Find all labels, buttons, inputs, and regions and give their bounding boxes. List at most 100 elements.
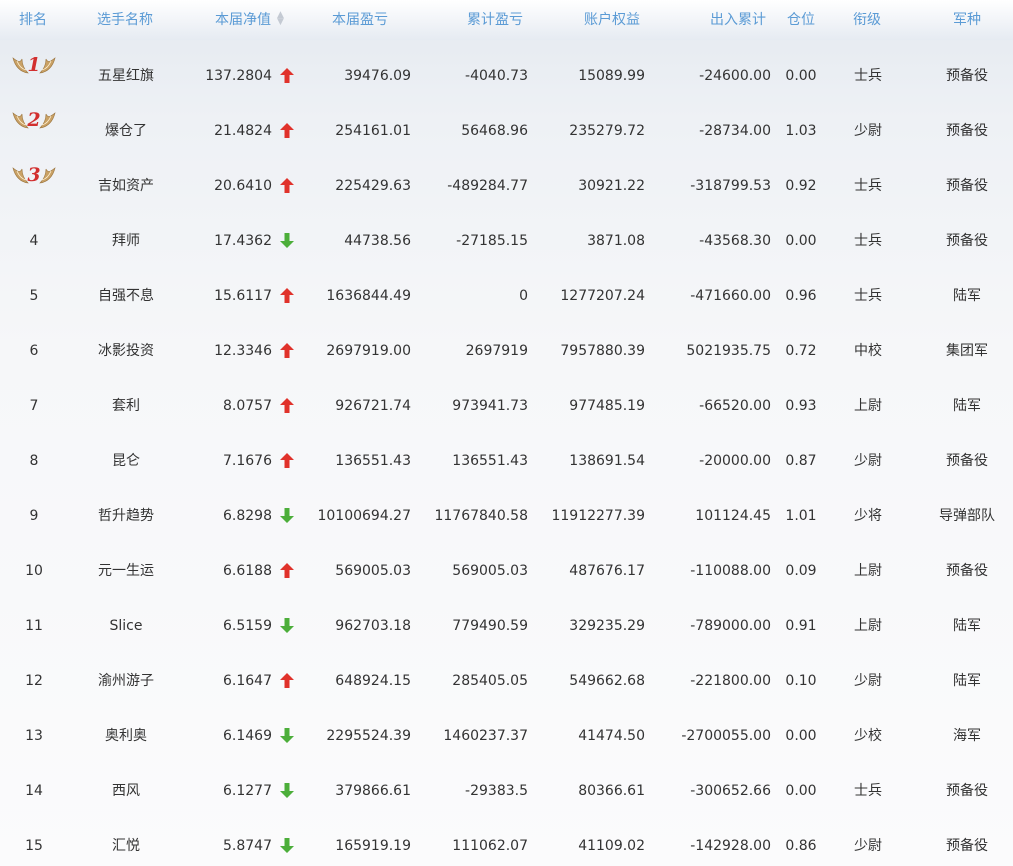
arrow-down-icon <box>280 618 294 633</box>
rank-number: 7 <box>29 398 39 414</box>
profit-cell: 254161.01 <box>335 123 411 139</box>
table-row[interactable]: 13 奥利奥 6.1469 2295524.39 1460237.37 41474.50 -… <box>0 701 1013 756</box>
position-cell: 0.00 <box>785 728 817 744</box>
cum-profit-cell: 569005.03 <box>452 563 528 579</box>
flow-cell: -221800.00 <box>690 673 771 689</box>
player-name-link[interactable]: 五星红旗 <box>81 67 171 85</box>
table-row[interactable]: 8 昆仑 7.1676 136551.43 136551.43 138691.54 -200… <box>0 426 1013 481</box>
table-row[interactable]: 3 吉如资产 20.6410 225429.63 -489284.77 30921.22 -… <box>0 151 1013 206</box>
table-row[interactable]: 1 五星红旗 137.2804 39476.09 -4040.73 15089.99 -24… <box>0 41 1013 96</box>
player-name-link[interactable]: 自强不息 <box>81 287 171 305</box>
position-cell: 0.09 <box>785 563 817 579</box>
flow-cell: -43568.30 <box>699 233 771 249</box>
col-header-cum-profit[interactable]: 累计盈亏 <box>467 0 523 40</box>
col-header-rank[interactable]: 排名 <box>19 0 47 40</box>
position-cell: 0.87 <box>785 453 817 469</box>
rank-number: 15 <box>25 838 43 854</box>
flow-cell: -24600.00 <box>699 68 771 84</box>
player-name-link[interactable]: 渝州游子 <box>81 672 171 690</box>
profit-cell: 648924.15 <box>335 673 411 689</box>
col-header-equity[interactable]: 账户权益 <box>584 0 640 40</box>
nav-cell: 6.5159 <box>223 618 272 634</box>
col-header-nav[interactable]: 本届净值 ▲ ▼ <box>215 0 284 40</box>
flow-cell: -66520.00 <box>699 398 771 414</box>
player-name-link[interactable]: 冰影投资 <box>81 342 171 360</box>
table-row[interactable]: 6 冰影投资 12.3346 2697919.00 2697919 7957880.39 5… <box>0 316 1013 371</box>
nav-cell: 6.1647 <box>223 673 272 689</box>
table-row[interactable]: 12 渝州游子 6.1647 648924.15 285405.05 549662.68 -… <box>0 646 1013 701</box>
flow-cell: -28734.00 <box>699 123 771 139</box>
player-name-link[interactable]: 套利 <box>81 397 171 415</box>
player-name-link[interactable]: 西风 <box>81 782 171 800</box>
col-header-title[interactable]: 衔级 <box>853 0 881 40</box>
player-name-link[interactable]: 哲升趋势 <box>81 507 171 525</box>
position-cell: 0.72 <box>785 343 817 359</box>
sort-icon[interactable]: ▲ ▼ <box>277 10 284 26</box>
table-row[interactable]: 9 哲升趋势 6.8298 10100694.27 11767840.58 1191227… <box>0 481 1013 536</box>
arrow-up-icon <box>280 123 294 138</box>
player-name-link[interactable]: Slice <box>81 617 171 635</box>
player-name-link[interactable]: 元一生运 <box>81 562 171 580</box>
table-row[interactable]: 7 套利 8.0757 926721.74 973941.73 977485.19 -665… <box>0 371 1013 426</box>
branch-cell: 预备役 <box>946 123 988 139</box>
rank-number: 12 <box>25 673 43 689</box>
col-header-position[interactable]: 仓位 <box>787 0 815 40</box>
player-name-link[interactable]: 昆仑 <box>81 452 171 470</box>
position-cell: 0.92 <box>785 178 817 194</box>
col-header-profit[interactable]: 本届盈亏 <box>332 0 388 40</box>
table-row[interactable]: 4 拜师 17.4362 44738.56 -27185.15 3871.08 -43568… <box>0 206 1013 261</box>
branch-cell: 陆军 <box>953 618 981 634</box>
branch-cell: 预备役 <box>946 453 988 469</box>
table-row[interactable]: 10 元一生运 6.6188 569005.03 569005.03 487676.17 -… <box>0 536 1013 591</box>
equity-cell: 1277207.24 <box>560 288 645 304</box>
table-row[interactable]: 2 爆仓了 21.4824 254161.01 56468.96 235279.72 -28… <box>0 96 1013 151</box>
branch-cell: 陆军 <box>953 398 981 414</box>
equity-cell: 30921.22 <box>578 178 645 194</box>
cum-profit-cell: -29383.5 <box>465 783 528 799</box>
position-cell: 0.96 <box>785 288 817 304</box>
table-row[interactable]: 11 Slice 6.5159 962703.18 779490.59 329235.29… <box>0 591 1013 646</box>
nav-cell: 137.2804 <box>205 68 272 84</box>
equity-cell: 549662.68 <box>569 673 645 689</box>
nav-cell: 15.6117 <box>214 288 272 304</box>
position-cell: 0.00 <box>785 783 817 799</box>
arrow-down-icon <box>280 838 294 853</box>
cum-profit-cell: -489284.77 <box>447 178 528 194</box>
profit-cell: 136551.43 <box>335 453 411 469</box>
table-row[interactable]: 15 汇悦 5.8747 165919.19 111062.07 41109.02 -142… <box>0 811 1013 866</box>
title-cell: 少尉 <box>854 123 882 139</box>
col-header-flow[interactable]: 出入累计 <box>710 0 766 40</box>
col-header-name[interactable]: 选手名称 <box>97 0 153 40</box>
player-name-link[interactable]: 吉如资产 <box>81 177 171 195</box>
branch-cell: 陆军 <box>953 673 981 689</box>
nav-cell: 6.6188 <box>223 563 272 579</box>
player-name-link[interactable]: 爆仓了 <box>81 122 171 140</box>
title-cell: 上尉 <box>854 398 882 414</box>
equity-cell: 41109.02 <box>578 838 645 854</box>
equity-cell: 80366.61 <box>578 783 645 799</box>
title-cell: 少校 <box>854 728 882 744</box>
profit-cell: 379866.61 <box>335 783 411 799</box>
position-cell: 0.86 <box>785 838 817 854</box>
position-cell: 0.91 <box>785 618 817 634</box>
equity-cell: 977485.19 <box>569 398 645 414</box>
flow-cell: -318799.53 <box>690 178 771 194</box>
table-row[interactable]: 5 自强不息 15.6117 1636844.49 0 1277207.24 -471660… <box>0 261 1013 316</box>
arrow-down-icon <box>280 233 294 248</box>
equity-cell: 7957880.39 <box>560 343 645 359</box>
branch-cell: 导弹部队 <box>939 508 995 524</box>
nav-cell: 17.4362 <box>214 233 272 249</box>
rank-number: 13 <box>25 728 43 744</box>
cum-profit-cell: 111062.07 <box>452 838 528 854</box>
nav-cell: 8.0757 <box>223 398 272 414</box>
nav-cell: 6.1469 <box>223 728 272 744</box>
arrow-down-icon <box>280 728 294 743</box>
player-name-link[interactable]: 奥利奥 <box>81 727 171 745</box>
player-name-link[interactable]: 拜师 <box>81 232 171 250</box>
position-cell: 0.00 <box>785 68 817 84</box>
nav-cell: 7.1676 <box>223 453 272 469</box>
player-name-link[interactable]: 汇悦 <box>81 837 171 855</box>
arrow-up-icon <box>280 563 294 578</box>
col-header-branch[interactable]: 军种 <box>953 0 981 40</box>
table-row[interactable]: 14 西风 6.1277 379866.61 -29383.5 80366.61 -3006… <box>0 756 1013 811</box>
